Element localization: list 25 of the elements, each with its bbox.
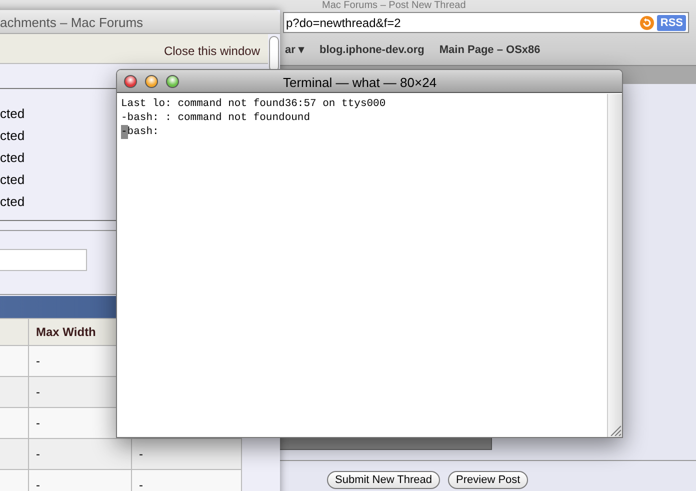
form-button[interactable]: Preview Post bbox=[448, 471, 528, 489]
list-item-text: cted bbox=[0, 171, 25, 189]
terminal-line: Last lo: command not found36:57 on ttys000 bbox=[121, 97, 386, 111]
rss-badge[interactable]: RSS bbox=[657, 14, 686, 30]
address-field[interactable]: p?do=newthread&f=2 RSS bbox=[283, 12, 689, 33]
bookmark-link[interactable]: Main Page – OSx86 bbox=[439, 42, 540, 58]
list-item-text: cted bbox=[0, 193, 25, 211]
form-button[interactable]: Submit New Thread bbox=[327, 471, 440, 489]
close-button[interactable] bbox=[124, 75, 137, 88]
window-title: achments – Mac Forums bbox=[0, 14, 144, 32]
minimize-button[interactable] bbox=[145, 75, 158, 88]
scrollbar-thumb[interactable] bbox=[269, 36, 279, 72]
list-item-text: cted bbox=[0, 127, 25, 145]
bookmark-link[interactable]: ar ▾ bbox=[285, 42, 304, 58]
window-title: Terminal — what — 80×24 bbox=[283, 74, 437, 92]
resize-grip-icon[interactable] bbox=[610, 425, 621, 436]
text-input[interactable] bbox=[0, 249, 87, 271]
list-item-text: cted bbox=[0, 105, 25, 123]
close-link[interactable]: Close this window bbox=[164, 42, 260, 60]
terminal-line: -bash: : command not foundound bbox=[121, 111, 312, 125]
reload-icon[interactable] bbox=[640, 16, 654, 30]
window-title: Mac Forums – Post New Thread bbox=[322, 0, 466, 11]
bookmark-link[interactable]: blog.iphone-dev.org bbox=[319, 42, 424, 58]
list-item-text: cted bbox=[0, 149, 25, 167]
zoom-button[interactable] bbox=[166, 75, 179, 88]
